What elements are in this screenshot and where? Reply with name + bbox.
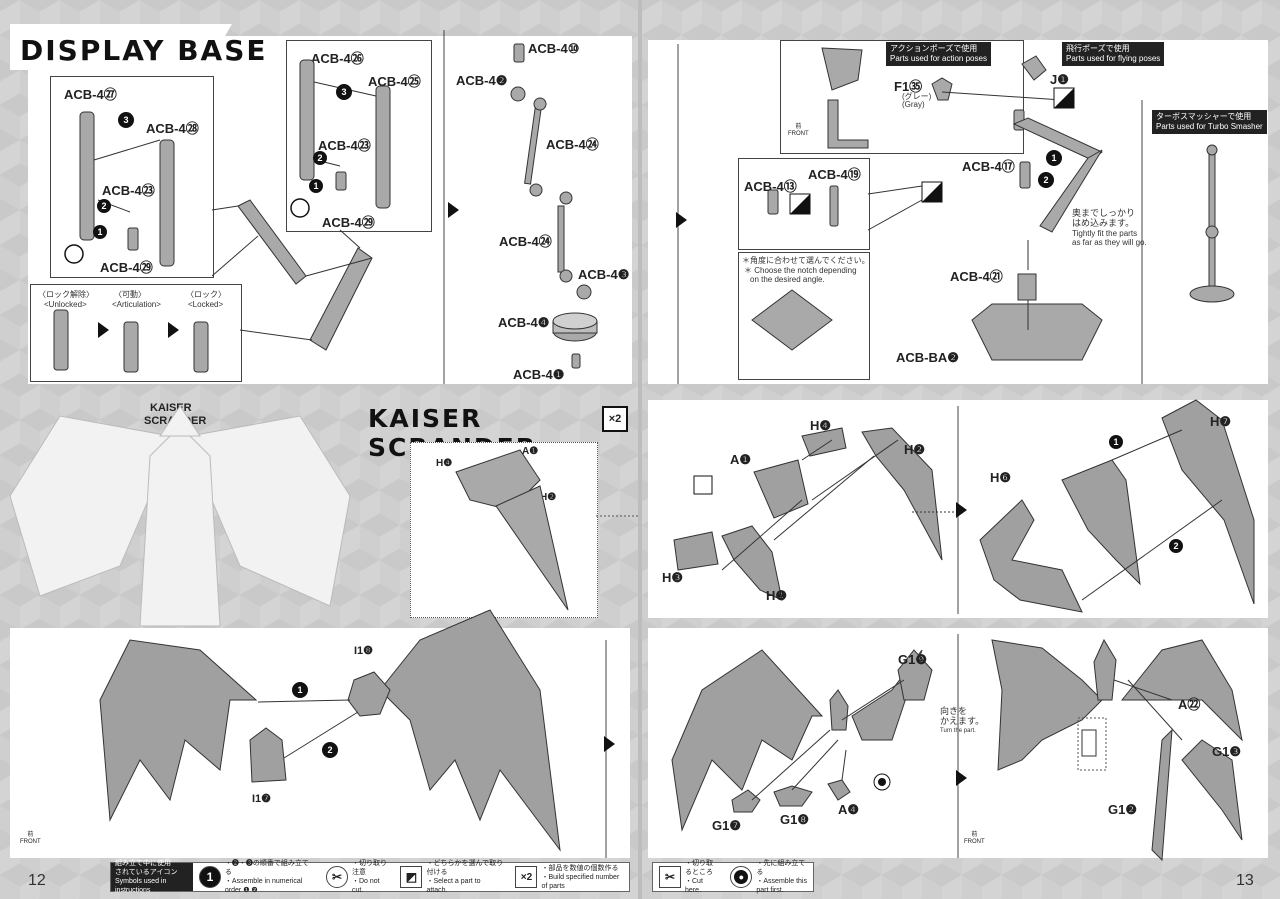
assemble-first-icon: ● — [730, 866, 753, 888]
legend-item: ✂ ・切り取るところ ・Cut here. — [653, 859, 724, 895]
page-number-right: 13 — [1236, 872, 1254, 889]
right-page: アクションポーズで使用 Parts used for action poses … — [642, 0, 1280, 899]
part-label: G1❾ — [898, 652, 927, 667]
part-label: A❹ — [838, 802, 860, 817]
numbered-step-icon: 1 — [198, 866, 221, 888]
turn-note-jp-2: かえます。 — [940, 716, 985, 726]
symbol-legend: 組み立て中に使用 されているアイコン Symbols used in instr… — [110, 859, 630, 895]
part-label: G1❽ — [780, 812, 809, 827]
part-label: G1❷ — [1108, 802, 1137, 817]
legend-item: ◩ ・どちらかを選んで取り付ける ・Select a part to attach… — [394, 859, 509, 895]
legend-item: ● ・先に組み立てる ・Assemble this part first. — [724, 859, 813, 895]
svg-text:1: 1 — [297, 685, 302, 695]
legend-item: ✂ ・切り取り注意 ・Do not cut. — [320, 859, 394, 895]
multiply-icon: ×2 — [515, 866, 538, 888]
svg-text:2: 2 — [327, 745, 332, 755]
part-label: G1❼ — [712, 818, 741, 833]
part-label: A㉒ — [1178, 697, 1201, 712]
legend-item: 1 ・❷・❸の順番で組み立てる ・Assemble in numerical or… — [193, 859, 320, 895]
legend-heading: 組み立て中に使用 されているアイコン Symbols used in instr… — [111, 860, 193, 894]
front-indicator: 前 FRONT — [964, 832, 985, 845]
symbol-legend-right: ✂ ・切り取るところ ・Cut here. ● ・先に組み立てる ・Assemble… — [652, 859, 814, 895]
cut-here-icon: ✂ — [659, 866, 681, 888]
page-number-left: 12 — [28, 872, 46, 889]
part-label: I1❼ — [252, 793, 272, 805]
wing-assembly-drawing: 12 — [99, 609, 607, 858]
do-not-cut-icon: ✂ — [325, 866, 348, 888]
legend-item: ×2 ・部品を数値の個数作る ・Build specified number of… — [509, 864, 629, 891]
turn-note-en: Turn the part. — [940, 728, 976, 734]
front-jp: 前 — [27, 832, 34, 838]
step-arrow — [956, 770, 967, 786]
step-arrow — [604, 736, 615, 752]
left-page: DISPLAY BASE DISPLAY BASE ACB-4㉗ ACB-4㉘ … — [0, 0, 638, 899]
part-label: G1❸ — [1212, 744, 1241, 759]
select-part-icon: ◩ — [400, 866, 423, 888]
front-en: FRONT — [20, 839, 41, 845]
front-indicator: 前 FRONT — [20, 832, 41, 846]
part-label: I1❽ — [354, 645, 374, 657]
scrander-parts-drawing-bottom — [671, 634, 1243, 862]
turn-note-jp-1: 向きを — [940, 706, 968, 716]
